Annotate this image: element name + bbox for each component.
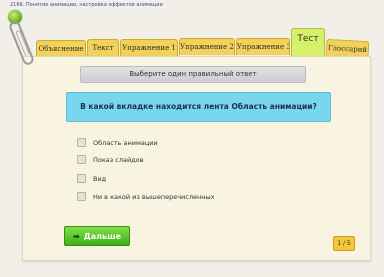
- instruction-bar: Выберите один правильный ответ: [80, 66, 306, 83]
- tab-exercise-2[interactable]: Упражнение 2: [179, 38, 235, 55]
- tab-exercise-3[interactable]: Упражнение 3: [236, 38, 290, 55]
- checkbox[interactable]: [77, 192, 86, 201]
- option-label: Область анимации: [93, 138, 158, 147]
- option-label: Ни в какой из вышеперечисленных: [93, 192, 215, 201]
- page-counter: 1 / 5: [333, 236, 355, 251]
- checkbox[interactable]: [77, 138, 86, 147]
- checkbox[interactable]: [77, 174, 86, 183]
- arrow-right-icon: ➡: [72, 231, 80, 241]
- option-label: Вид: [93, 174, 107, 183]
- paperclip-decoration: [7, 19, 36, 67]
- tab-test[interactable]: Тест: [291, 28, 325, 57]
- tab-text[interactable]: Текст: [87, 39, 119, 56]
- answer-option-4[interactable]: Ни в какой из вышеперечисленных: [77, 191, 214, 202]
- option-label: Показ слайдов: [93, 155, 144, 164]
- answer-option-3[interactable]: Вид: [77, 173, 106, 184]
- question-text: В какой вкладке находится лента Область …: [66, 92, 331, 122]
- next-button-label: Дальше: [83, 231, 122, 241]
- next-button[interactable]: ➡ Дальше: [64, 226, 130, 246]
- tab-exercise-1[interactable]: Упражнение 1: [120, 39, 178, 56]
- answer-option-2[interactable]: Показ слайдов: [77, 154, 144, 165]
- tab-explanation[interactable]: Объяснение: [36, 40, 86, 57]
- answer-option-1[interactable]: Область анимации: [77, 137, 158, 148]
- checkbox[interactable]: [77, 155, 86, 164]
- window-title: 2166. Понятие анимации, настройка эффект…: [10, 2, 163, 8]
